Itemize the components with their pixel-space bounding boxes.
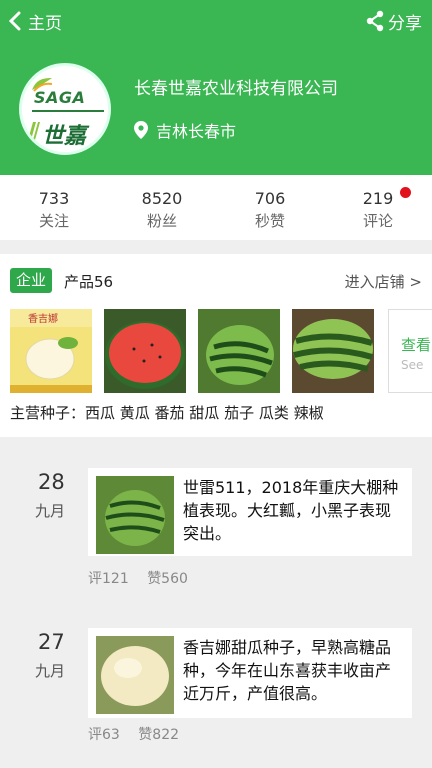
post-day: 28 — [38, 470, 65, 494]
post-image — [96, 476, 174, 554]
stat-value: 733 — [38, 189, 70, 208]
share-label: 分享 — [388, 13, 422, 34]
share-button[interactable]: 分享 — [366, 8, 422, 34]
back-button[interactable]: 主页 — [8, 8, 62, 34]
location-text: 吉林长春市 — [156, 122, 237, 141]
post-text: 香吉娜甜瓜种子，早熟高糖品种，今年在山东喜获丰收亩产近万斤，产值很高。 — [183, 638, 392, 703]
stat-label: 关注 — [38, 212, 69, 230]
back-label: 主页 — [28, 13, 62, 34]
share-icon — [366, 10, 384, 32]
product-thumb-red-watermelon[interactable] — [104, 309, 186, 393]
post-image — [96, 636, 174, 714]
post-text: 世雷511，2018年重庆大棚种植表现。大红瓤，小黑子表现突出。 — [183, 478, 399, 543]
stat-label: 秒赞 — [254, 212, 285, 230]
view-more-button[interactable]: 查看 See — [388, 309, 432, 393]
enter-store-link[interactable]: 进入店铺 > — [345, 271, 422, 292]
view-more-sub: See — [401, 358, 424, 372]
post-comments[interactable]: 评63 — [88, 727, 120, 743]
notification-dot — [400, 187, 411, 198]
stat-likes[interactable]: 706 秒赞 — [216, 175, 324, 240]
product-thumb-field-watermelon[interactable] — [292, 309, 374, 393]
post-comments[interactable]: 评121 — [88, 571, 129, 587]
location: 吉林长春市 — [134, 118, 236, 142]
logo-cn-text: 世嘉 — [42, 124, 87, 149]
feed-post: 28 九月 世雷511，2018年重庆大棚种植表现。大红瓤，小黑子表现突出。 评… — [0, 462, 432, 602]
stat-value: 706 — [254, 189, 286, 208]
product-thumb-melon-packet[interactable]: 香吉娜 — [10, 309, 92, 393]
stat-value: 219 — [362, 189, 394, 208]
company-name: 长春世嘉农业科技有限公司 — [134, 79, 338, 99]
chevron-left-icon — [8, 11, 21, 31]
stat-following[interactable]: 733 关注 — [0, 175, 108, 240]
post-card[interactable]: 世雷511，2018年重庆大棚种植表现。大红瓤，小黑子表现突出。 — [88, 468, 412, 556]
post-likes[interactable]: 赞822 — [138, 727, 179, 743]
product-count: 产品56 — [64, 273, 114, 291]
enterprise-tag: 企业 — [10, 268, 52, 293]
feed-post: 27 九月 香吉娜甜瓜种子，早熟高糖品种，今年在山东喜获丰收亩产近万斤，产值很高… — [0, 622, 432, 762]
stat-followers[interactable]: 8520 粉丝 — [108, 175, 216, 240]
stat-comments[interactable]: 219 评论 — [324, 175, 432, 240]
stat-label: 粉丝 — [146, 212, 177, 230]
stats-bar: 733 关注 8520 粉丝 706 秒赞 219 评论 — [0, 175, 432, 240]
post-month: 九月 — [35, 502, 66, 520]
post-meta: 评63 赞822 — [88, 724, 193, 744]
main-seeds: 主营种子：西瓜 黄瓜 番茄 甜瓜 茄子 瓜类 辣椒 — [10, 404, 324, 422]
product-thumb-striped-watermelon[interactable] — [198, 309, 280, 393]
top-bar: 主页 分享 — [0, 0, 432, 42]
logo-divider — [32, 110, 104, 112]
post-month: 九月 — [35, 662, 66, 680]
packet-label: 香吉娜 — [28, 312, 58, 325]
stat-label: 评论 — [362, 212, 393, 230]
post-likes[interactable]: 赞560 — [147, 571, 188, 587]
post-card[interactable]: 香吉娜甜瓜种子，早熟高糖品种，今年在山东喜获丰收亩产近万斤，产值很高。 — [88, 628, 412, 718]
post-day: 27 — [38, 630, 65, 654]
logo-brand-text: SAGA — [34, 88, 86, 107]
product-thumbnails: 香吉娜 — [10, 309, 432, 393]
logo-slash-mark — [28, 122, 40, 140]
company-logo[interactable]: SAGA 世嘉 — [19, 63, 111, 155]
location-pin-icon — [134, 121, 148, 139]
store-section: 企业 产品56 进入店铺 > 香吉娜 查看 See 主营种子：西瓜 黄瓜 番茄 … — [0, 254, 432, 437]
post-meta: 评121 赞560 — [88, 568, 202, 588]
view-more-label: 查看 — [401, 336, 432, 354]
stat-value: 8520 — [141, 189, 183, 208]
